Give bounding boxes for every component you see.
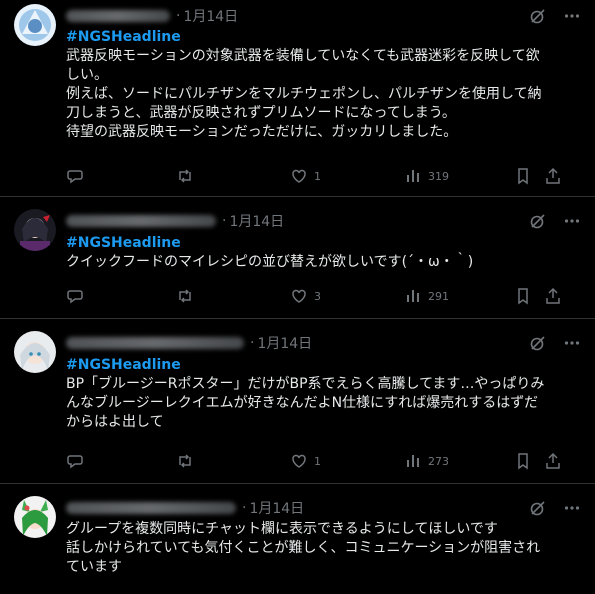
bookmark-icon xyxy=(514,287,532,305)
reply-button[interactable] xyxy=(66,167,176,185)
author-name[interactable] xyxy=(66,337,244,349)
author-name[interactable] xyxy=(66,502,236,514)
avatar[interactable] xyxy=(14,209,56,251)
repost-button[interactable] xyxy=(176,452,290,470)
post-text: #NGSHeadline BP「ブルージーRポスター」だけがBP系でえらく高騰し… xyxy=(66,356,581,432)
dot-separator: · xyxy=(250,335,255,351)
heart-icon xyxy=(290,167,308,185)
share-icon xyxy=(544,452,562,470)
author-name[interactable] xyxy=(66,215,216,227)
more-icon[interactable] xyxy=(563,212,581,230)
like-count: 1 xyxy=(314,169,321,183)
post-text-line: 話しかけられていても気付くことが難しく、コミュニケーションが阻害され xyxy=(66,540,541,556)
action-bar: 3 291 xyxy=(66,286,581,306)
grok-icon[interactable] xyxy=(529,334,547,352)
post-text-line: んなブルージーレクイエムが好きなんだよN仕様にすれば爆売れするはずだ xyxy=(66,395,539,411)
share-icon xyxy=(544,287,562,305)
views-count: 291 xyxy=(428,289,449,303)
avatar[interactable] xyxy=(14,496,56,538)
heart-icon xyxy=(290,287,308,305)
heart-icon xyxy=(290,452,308,470)
views-count: 273 xyxy=(428,454,449,468)
reply-button[interactable] xyxy=(66,452,176,470)
more-icon[interactable] xyxy=(563,7,581,25)
bookmark-button[interactable] xyxy=(514,167,544,185)
post[interactable]: · 1月14日 #NGSHeadline 武器反映モーションの対象武器を装備して… xyxy=(0,0,595,197)
reply-icon xyxy=(66,167,84,185)
bookmark-button[interactable] xyxy=(514,452,544,470)
share-button[interactable] xyxy=(544,452,564,470)
post-date[interactable]: 1月14日 xyxy=(257,333,312,353)
post-text-line: からはよ出して xyxy=(66,414,164,430)
reply-icon xyxy=(66,287,84,305)
post[interactable]: · 1月14日 #NGSHeadline クイックフードのマイレシピの並び替えが… xyxy=(0,197,595,319)
repost-button[interactable] xyxy=(176,167,290,185)
post-header: · 1月14日 xyxy=(66,333,312,353)
post-text: #NGSHeadline 武器反映モーションの対象武器を装備していなくても武器迷… xyxy=(66,28,581,142)
share-button[interactable] xyxy=(544,167,564,185)
like-count: 1 xyxy=(314,454,321,468)
hashtag-link[interactable]: #NGSHeadline xyxy=(66,234,581,253)
action-bar: 1 319 xyxy=(66,166,581,186)
reply-button[interactable] xyxy=(66,287,176,305)
bookmark-icon xyxy=(514,167,532,185)
author-name[interactable] xyxy=(66,10,170,22)
views-icon xyxy=(404,287,422,305)
reply-icon xyxy=(66,452,84,470)
post-date[interactable]: 1月14日 xyxy=(183,6,238,26)
post-date[interactable]: 1月14日 xyxy=(249,498,304,518)
post-header: · 1月14日 xyxy=(66,6,238,26)
avatar[interactable] xyxy=(14,4,56,46)
grok-icon[interactable] xyxy=(529,499,547,517)
post-text-line: 例えば、ソードにパルチザンをマルチウェポンし、パルチザンを使用して納 xyxy=(66,86,542,102)
views-button[interactable]: 291 xyxy=(404,287,514,305)
post-text-line: ています xyxy=(66,559,122,575)
post-header: · 1月14日 xyxy=(66,211,284,231)
post-date[interactable]: 1月14日 xyxy=(229,211,284,231)
post-text: #NGSHeadline クイックフードのマイレシピの並び替えが欲しいです(´・… xyxy=(66,234,581,272)
post-text-line: 刀しまうと、武器が反映されずプリムソードになってしまう。 xyxy=(66,105,456,121)
more-icon[interactable] xyxy=(563,334,581,352)
grok-icon[interactable] xyxy=(529,212,547,230)
grok-icon[interactable] xyxy=(529,7,547,25)
timeline-feed: · 1月14日 #NGSHeadline 武器反映モーションの対象武器を装備して… xyxy=(0,0,595,594)
avatar[interactable] xyxy=(14,331,56,373)
share-button[interactable] xyxy=(544,287,564,305)
like-button[interactable]: 3 xyxy=(290,287,404,305)
post-header: · 1月14日 xyxy=(66,498,304,518)
share-icon xyxy=(544,167,562,185)
dot-separator: · xyxy=(176,8,181,24)
more-icon[interactable] xyxy=(563,499,581,517)
views-count: 319 xyxy=(428,169,449,183)
hashtag-link[interactable]: #NGSHeadline xyxy=(66,356,581,375)
like-button[interactable]: 1 xyxy=(290,167,404,185)
hashtag-link[interactable]: #NGSHeadline xyxy=(66,28,581,47)
repost-button[interactable] xyxy=(176,287,290,305)
action-bar: 1 273 xyxy=(66,451,581,471)
bookmark-button[interactable] xyxy=(514,287,544,305)
dot-separator: · xyxy=(242,500,247,516)
views-button[interactable]: 319 xyxy=(404,167,514,185)
bookmark-icon xyxy=(514,452,532,470)
post[interactable]: · 1月14日 #NGSHeadline BP「ブルージーRポスター」だけがBP… xyxy=(0,319,595,484)
post-text: グループを複数同時にチャット欄に表示できるようにしてほしいです 話しかけられてい… xyxy=(66,520,581,577)
repost-icon xyxy=(176,167,194,185)
repost-icon xyxy=(176,287,194,305)
post-text-line: クイックフードのマイレシピの並び替えが欲しいです(´・ω・｀) xyxy=(66,254,474,270)
post[interactable]: · 1月14日 グループを複数同時にチャット欄に表示できるようにしてほしいです … xyxy=(0,484,595,594)
repost-icon xyxy=(176,452,194,470)
post-text-line: BP「ブルージーRポスター」だけがBP系でえらく高騰してます…やっぱりみ xyxy=(66,376,545,392)
post-text-line: グループを複数同時にチャット欄に表示できるようにしてほしいです xyxy=(66,521,498,537)
post-text-line: 武器反映モーションの対象武器を装備していなくても武器迷彩を反映して欲 xyxy=(66,48,540,64)
post-text-line: 待望の武器反映モーションだっただけに、ガッカリしました。 xyxy=(66,124,458,140)
like-button[interactable]: 1 xyxy=(290,452,404,470)
views-icon xyxy=(404,167,422,185)
views-icon xyxy=(404,452,422,470)
dot-separator: · xyxy=(222,213,227,229)
views-button[interactable]: 273 xyxy=(404,452,514,470)
post-text-line: しい。 xyxy=(66,67,108,83)
like-count: 3 xyxy=(314,289,321,303)
